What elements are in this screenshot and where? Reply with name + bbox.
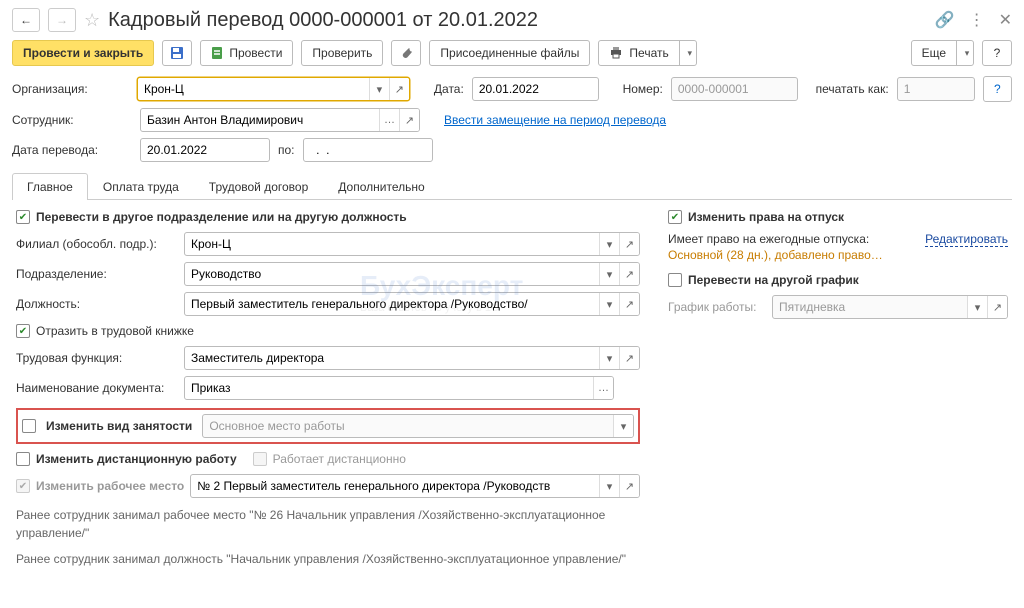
to-date-input[interactable]: 📅 bbox=[303, 138, 433, 162]
checkbox-vacation-rights[interactable] bbox=[668, 210, 682, 224]
previous-workplace-text: Ранее сотрудник занимал рабочее место "№… bbox=[16, 506, 640, 542]
checkbox-remote-work[interactable] bbox=[16, 452, 30, 466]
doc-name-input[interactable]: … bbox=[184, 376, 614, 400]
save-button[interactable] bbox=[162, 40, 192, 66]
checkbox-employment-type-label: Изменить вид занятости bbox=[46, 419, 192, 433]
print-as-label: печатать как: bbox=[816, 82, 889, 96]
tab-contract[interactable]: Трудовой договор bbox=[194, 173, 323, 200]
checkbox-schedule-label: Перевести на другой график bbox=[688, 273, 859, 287]
to-date-label: по: bbox=[278, 143, 295, 157]
previous-position-text: Ранее сотрудник занимал должность "Начал… bbox=[16, 550, 640, 568]
checkbox-works-remotely bbox=[253, 452, 267, 466]
position-label: Должность: bbox=[16, 297, 176, 311]
ellipsis-icon[interactable]: … bbox=[379, 109, 399, 131]
vacation-rights-label: Имеет право на ежегодные отпуска: bbox=[668, 232, 915, 248]
attach-icon-button[interactable] bbox=[391, 40, 421, 66]
edit-vacation-link[interactable]: Редактировать bbox=[925, 232, 1008, 247]
print-as-input[interactable] bbox=[897, 77, 975, 101]
close-icon[interactable]: ✕ bbox=[999, 10, 1012, 30]
number-label: Номер: bbox=[623, 82, 663, 96]
vacation-rights-value: Основной (28 дн.), добавлено право… bbox=[668, 248, 915, 264]
employee-label: Сотрудник: bbox=[12, 113, 132, 127]
schedule-input: ▾↗ bbox=[772, 295, 1008, 319]
page-title: Кадровый перевод 0000-000001 от 20.01.20… bbox=[108, 9, 538, 32]
open-ref-icon[interactable]: ↗ bbox=[389, 78, 409, 100]
open-ref-icon[interactable]: ↗ bbox=[399, 109, 419, 131]
workplace-input[interactable]: ▾↗ bbox=[190, 474, 640, 498]
checkbox-transfer-dept[interactable] bbox=[16, 210, 30, 224]
date-label: Дата: bbox=[434, 82, 464, 96]
enter-substitution-link[interactable]: Ввести замещение на период перевода bbox=[444, 113, 666, 127]
check-button[interactable]: Проверить bbox=[301, 40, 383, 66]
position-input[interactable]: ▾↗ bbox=[184, 292, 640, 316]
tab-additional[interactable]: Дополнительно bbox=[323, 173, 439, 200]
post-button[interactable]: Провести bbox=[200, 40, 293, 66]
checkbox-workbook-label: Отразить в трудовой книжке bbox=[36, 324, 194, 338]
branch-input[interactable]: ▾↗ bbox=[184, 232, 640, 256]
organization-input[interactable]: ▾ ↗ bbox=[137, 77, 410, 101]
chevron-down-icon[interactable]: ▾ bbox=[369, 78, 389, 100]
branch-label: Филиал (обособл. подр.): bbox=[16, 237, 176, 251]
employee-input[interactable]: … ↗ bbox=[140, 108, 420, 132]
kebab-menu-icon[interactable]: ⋮ bbox=[969, 10, 985, 30]
checkbox-workplace-label: Изменить рабочее место bbox=[36, 479, 184, 493]
doc-name-label: Наименование документа: bbox=[16, 381, 176, 395]
tab-payment[interactable]: Оплата труда bbox=[88, 173, 194, 200]
works-remotely-label: Работает дистанционно bbox=[273, 452, 406, 466]
checkbox-schedule[interactable] bbox=[668, 273, 682, 287]
tab-main[interactable]: Главное bbox=[12, 173, 88, 200]
more-button[interactable]: Еще ▾ bbox=[911, 40, 974, 66]
checkbox-remote-work-label: Изменить дистанционную работу bbox=[36, 452, 237, 466]
hint-button[interactable]: ? bbox=[983, 76, 1012, 102]
help-button[interactable]: ? bbox=[982, 40, 1012, 66]
employment-type-input: ▾ bbox=[202, 414, 634, 438]
labor-function-input[interactable]: ▾↗ bbox=[184, 346, 640, 370]
number-input bbox=[671, 77, 798, 101]
checkbox-transfer-dept-label: Перевести в другое подразделение или на … bbox=[36, 210, 407, 224]
checkbox-workbook[interactable] bbox=[16, 324, 30, 338]
checkbox-workplace bbox=[16, 479, 30, 493]
organization-label: Организация: bbox=[12, 82, 129, 96]
transfer-date-input[interactable]: 📅 bbox=[140, 138, 270, 162]
back-button[interactable]: ← bbox=[12, 8, 40, 32]
checkbox-vacation-rights-label: Изменить права на отпуск bbox=[688, 210, 844, 224]
print-button[interactable]: Печать ▾ bbox=[598, 40, 696, 66]
schedule-label: График работы: bbox=[668, 300, 764, 314]
post-and-close-button[interactable]: Провести и закрыть bbox=[12, 40, 154, 66]
employment-type-highlight: Изменить вид занятости ▾ bbox=[16, 408, 640, 444]
department-input[interactable]: ▾↗ bbox=[184, 262, 640, 286]
department-label: Подразделение: bbox=[16, 267, 176, 281]
labor-function-label: Трудовая функция: bbox=[16, 351, 176, 365]
link-icon[interactable]: 🔗 bbox=[935, 10, 955, 30]
forward-button[interactable]: → bbox=[48, 8, 76, 32]
attached-files-button[interactable]: Присоединенные файлы bbox=[429, 40, 590, 66]
date-input[interactable]: 📅 bbox=[472, 77, 599, 101]
transfer-date-label: Дата перевода: bbox=[12, 143, 132, 157]
checkbox-employment-type[interactable] bbox=[22, 419, 36, 433]
favorite-star-icon[interactable]: ☆ bbox=[84, 10, 100, 31]
